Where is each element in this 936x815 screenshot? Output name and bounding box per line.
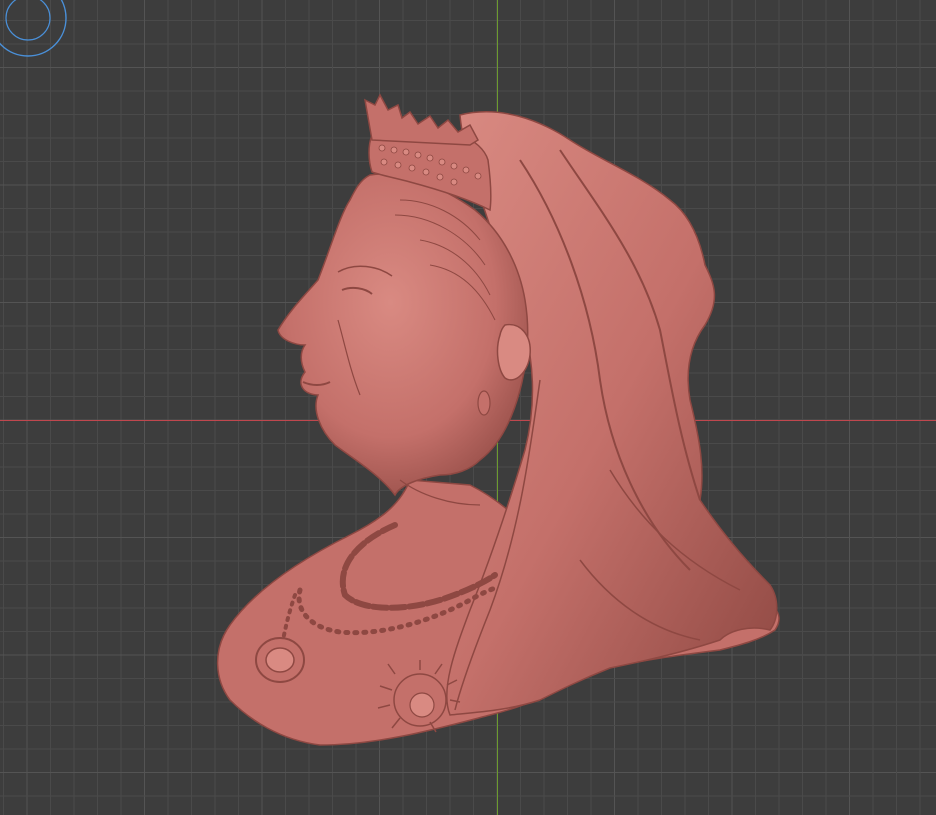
- relief-portrait-model[interactable]: [0, 0, 936, 815]
- ear: [496, 323, 531, 381]
- 3d-viewport[interactable]: [0, 0, 936, 815]
- pendant-stone: [265, 647, 295, 673]
- earring: [477, 390, 491, 416]
